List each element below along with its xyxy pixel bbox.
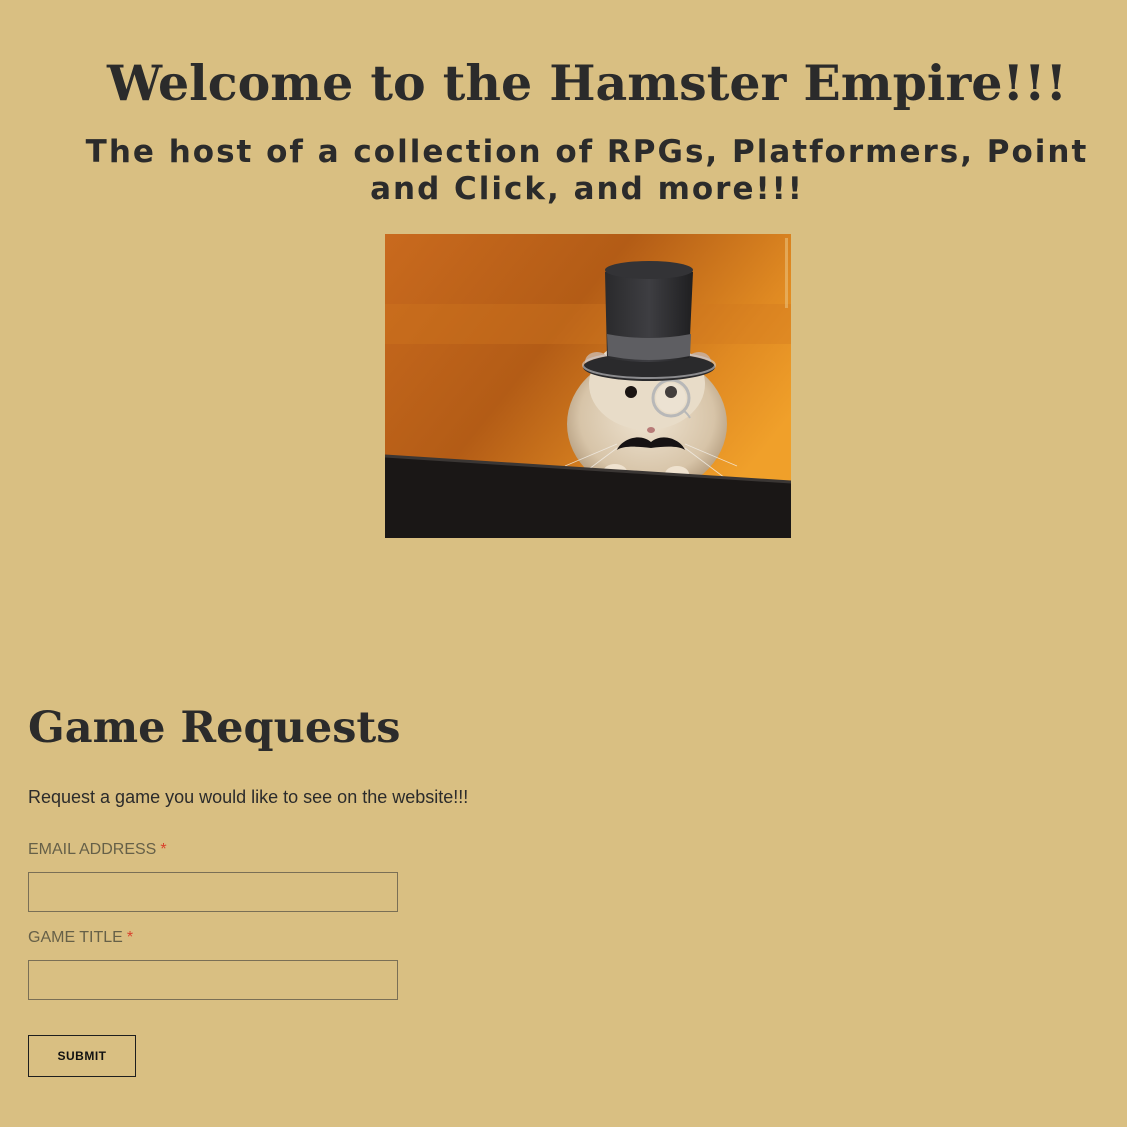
required-mark: * bbox=[160, 841, 167, 858]
submit-button[interactable]: SUBMIT bbox=[28, 1035, 136, 1077]
email-field[interactable] bbox=[28, 872, 398, 912]
page-subtitle: The host of a collection of RPGs, Platfo… bbox=[85, 134, 1089, 207]
game-title-label: GAME TITLE * bbox=[28, 928, 133, 948]
section-description: Request a game you would like to see on … bbox=[28, 787, 469, 807]
game-title-label-text: GAME TITLE bbox=[28, 929, 123, 946]
hamster-image bbox=[385, 234, 791, 538]
page-title: Welcome to the Hamster Empire!!! bbox=[106, 54, 1068, 112]
required-mark: * bbox=[126, 929, 134, 946]
email-label: EMAIL ADDRESS * bbox=[28, 840, 167, 860]
email-label-text: EMAIL ADDRESS bbox=[28, 841, 157, 858]
game-title-field[interactable] bbox=[28, 960, 398, 1000]
section-title: Game Requests bbox=[28, 703, 401, 753]
